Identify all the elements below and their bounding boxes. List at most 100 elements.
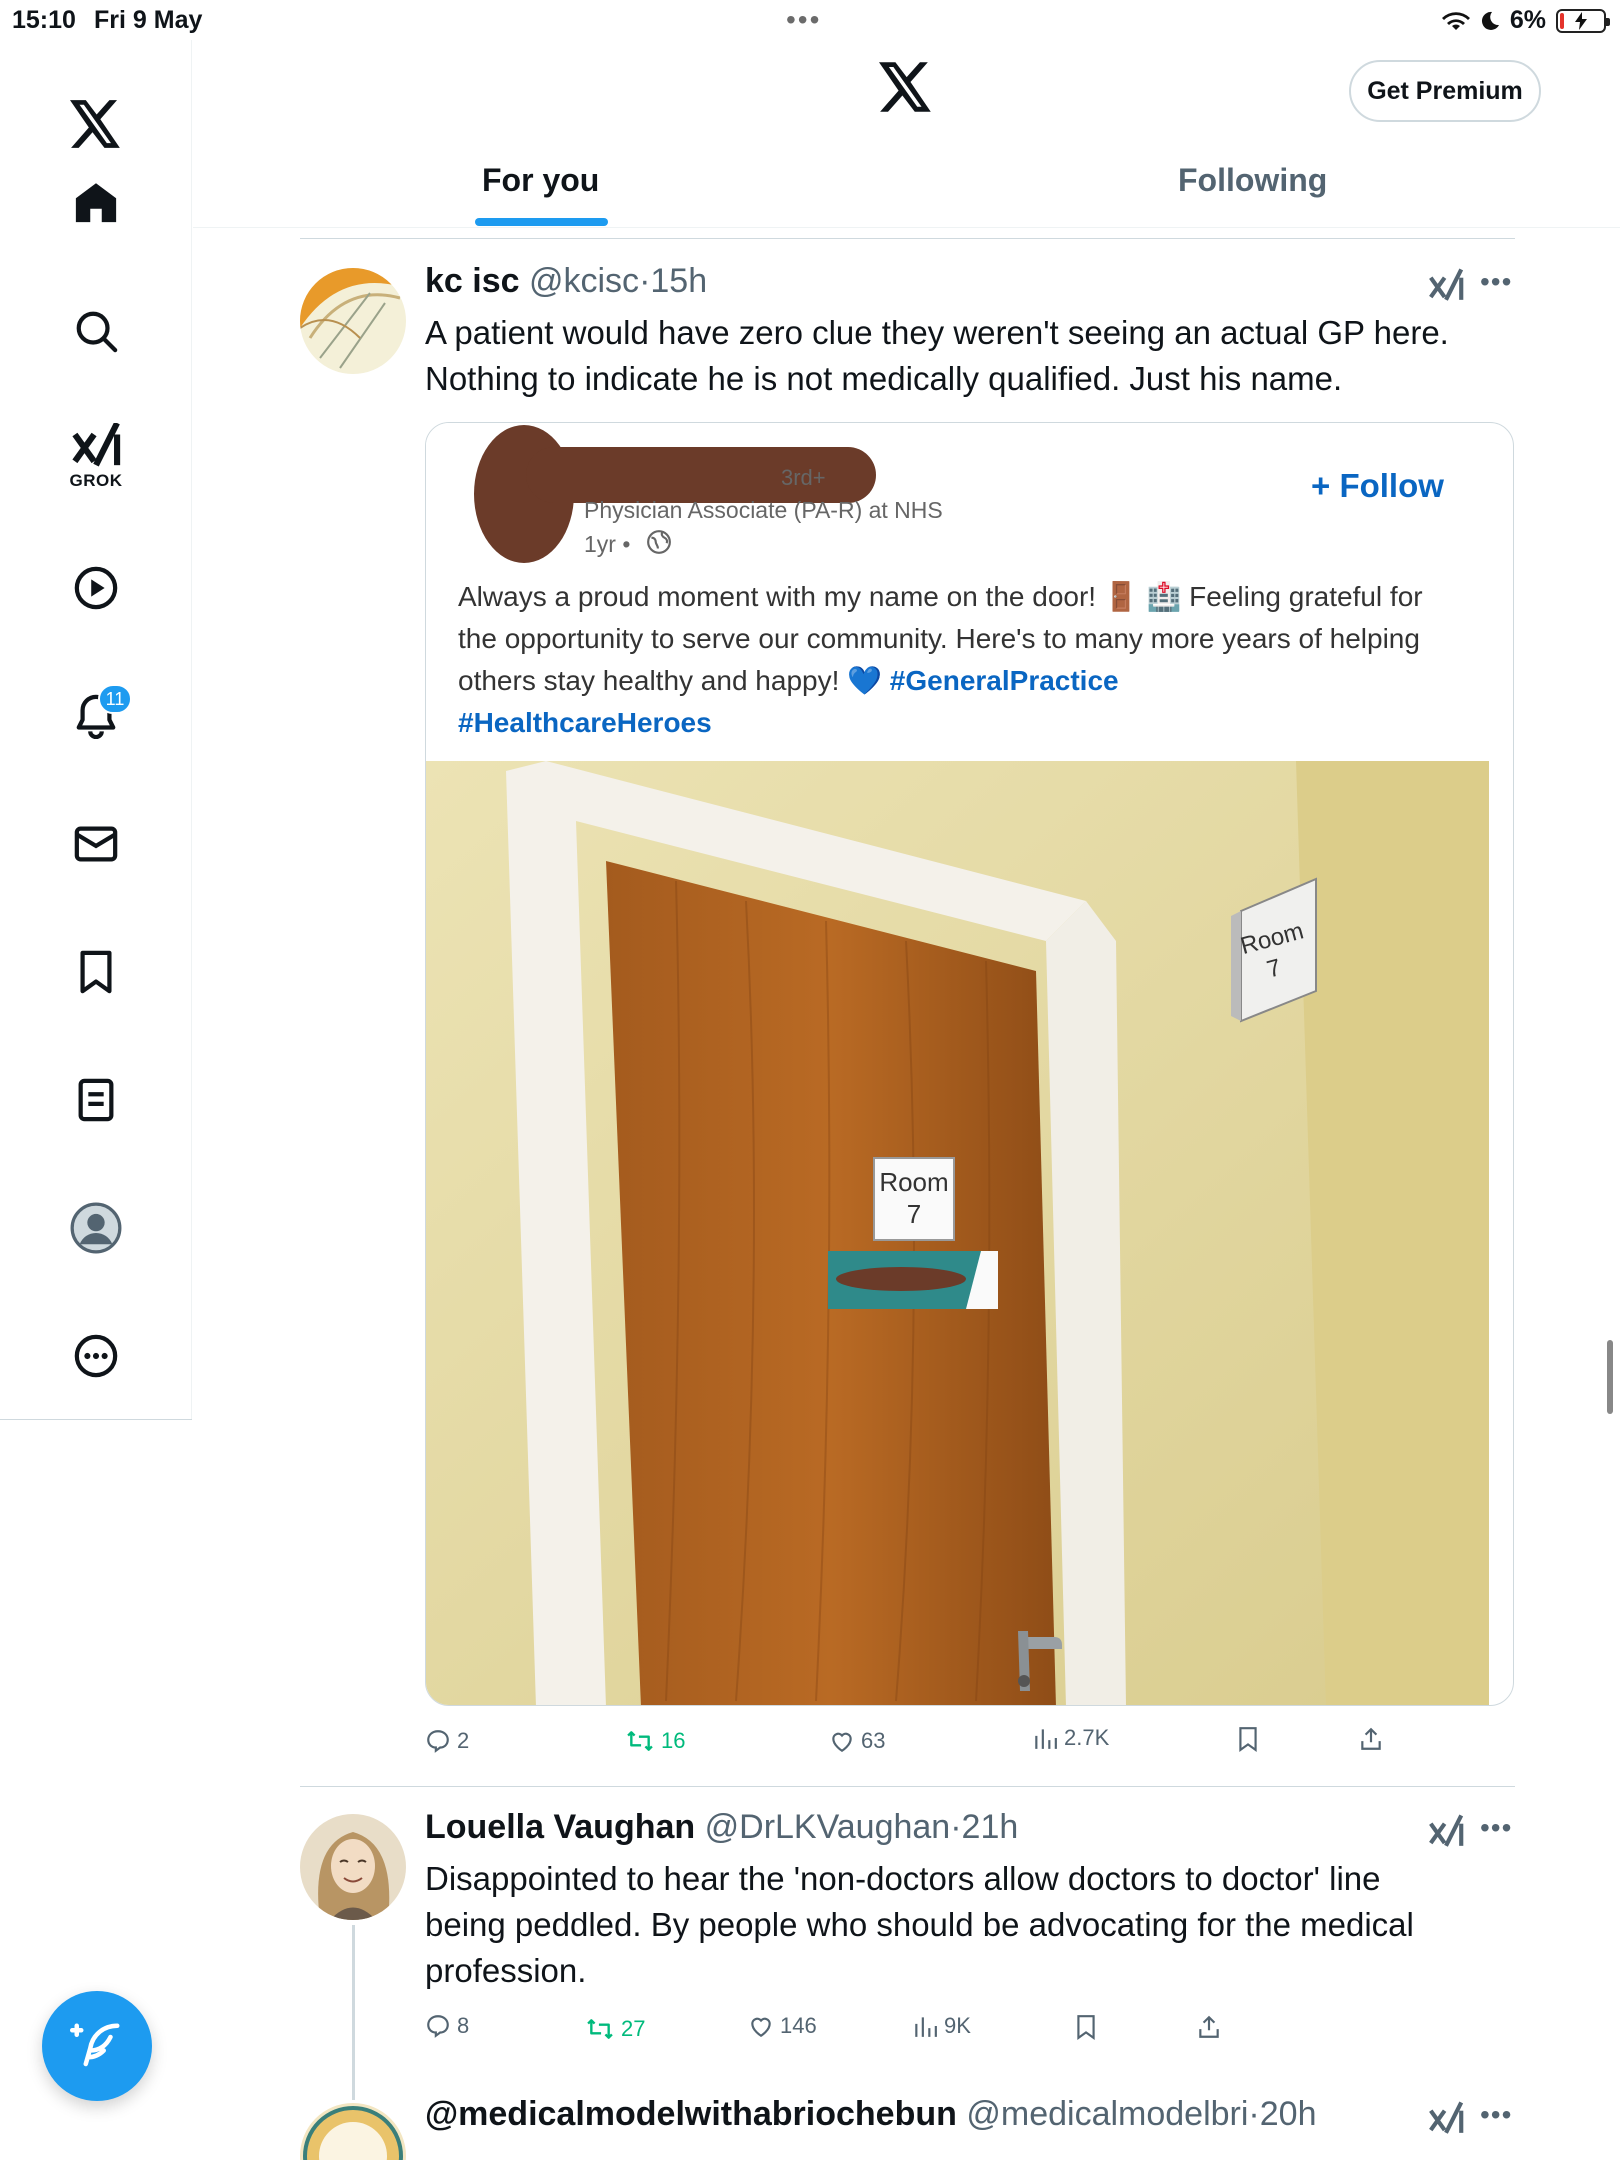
reply-button[interactable]: 2 [425, 1728, 469, 1754]
reply-count: 8 [457, 2013, 470, 2038]
tweet-author-handle[interactable]: @DrLKVaughan [705, 1808, 951, 1846]
compose-feather-icon [70, 2023, 120, 2067]
search-icon[interactable] [62, 297, 130, 365]
bookmarks-icon[interactable] [62, 938, 130, 1006]
bookmark-icon [1239, 1727, 1257, 1752]
like-button[interactable]: 63 [829, 1728, 885, 1754]
profile-headline: Physician Associate (PA-R) at NHS [584, 497, 943, 523]
tweet-text-line: profession. [425, 1952, 587, 1989]
tweet-divider [300, 1786, 1515, 1787]
profile-avatar-icon[interactable] [62, 1194, 130, 1262]
compose-button[interactable] [42, 1991, 152, 2101]
tweet-text-line: Nothing to indicate he is not medically … [425, 360, 1343, 397]
more-options-icon[interactable]: ••• [1480, 2099, 1512, 2131]
reply-count: 2 [457, 1728, 470, 1753]
tweet-time[interactable]: 15h [650, 262, 707, 300]
tweet-author-name[interactable]: Louella Vaughan [425, 1808, 695, 1846]
post-age: 1yr • [584, 531, 631, 557]
bookmark-button[interactable] [1235, 1725, 1261, 1753]
messages-icon[interactable] [62, 810, 130, 878]
share-button[interactable] [1358, 1725, 1384, 1753]
connection-degree: 3rd+ [781, 465, 826, 490]
lists-icon[interactable] [62, 1066, 130, 1134]
tweet-time[interactable]: 20h [1260, 2095, 1317, 2133]
retweet-count: 16 [661, 1728, 686, 1753]
tweet-text-line: Disappointed to hear the 'non-doctors al… [425, 1860, 1381, 1897]
tweet-author-handle[interactable]: @kcisc [529, 262, 639, 300]
views-button[interactable]: 9K [912, 2013, 971, 2039]
sidebar-divider [0, 1419, 192, 1420]
get-premium-button[interactable]: Get Premium [1349, 60, 1541, 122]
like-button[interactable]: 146 [748, 2013, 817, 2039]
retweet-icon [627, 1731, 653, 1751]
multitask-dots[interactable]: ••• [786, 4, 821, 36]
retweet-count: 27 [621, 2016, 646, 2041]
tweet-media[interactable]: 3rd+ Physician Associate (PA-R) at NHS 1… [425, 422, 1514, 1706]
tweet-author-name[interactable]: @medicalmodelwithabriochebun [425, 2095, 957, 2133]
retweet-icon [587, 2019, 613, 2039]
video-icon[interactable] [62, 554, 130, 622]
scrollbar-thumb[interactable] [1607, 1340, 1613, 1414]
share-icon [1361, 1727, 1381, 1750]
share-button[interactable] [1196, 2013, 1222, 2041]
tab-for-you[interactable]: For you [482, 162, 599, 199]
status-time: 15:10 [12, 6, 76, 34]
tweet-text-line: A patient would have zero clue they were… [425, 314, 1449, 351]
home-icon[interactable] [62, 169, 130, 237]
more-icon[interactable] [62, 1322, 130, 1390]
heart-icon [832, 1732, 852, 1753]
like-count: 146 [780, 2013, 817, 2038]
linkedin-post-card: 3rd+ Physician Associate (PA-R) at NHS 1… [426, 423, 1489, 761]
tab-following[interactable]: Following [1178, 162, 1327, 199]
view-count: 2.7K [1064, 1725, 1110, 1750]
retweet-button[interactable]: 27 [585, 2016, 645, 2042]
avatar[interactable] [300, 1814, 406, 1920]
notifications-badge: 11 [98, 684, 132, 714]
heart-icon [751, 2017, 771, 2038]
tweet[interactable]: @medicalmodelwithabriochebun @medicalmod… [300, 2095, 1515, 2160]
moon-icon [1481, 11, 1499, 30]
views-button[interactable]: 2.7K [1032, 1725, 1109, 1751]
tweet[interactable]: Louella Vaughan @DrLKVaughan·21h ••• Dis… [300, 1808, 1515, 2038]
grok-label: GROK [69, 471, 123, 490]
bookmark-button[interactable] [1073, 2013, 1099, 2041]
x-logo-icon[interactable] [62, 90, 130, 158]
grok-icon[interactable] [1428, 1814, 1464, 1850]
thread-connector-line [352, 1925, 355, 2100]
tweet-author-handle[interactable]: @medicalmodelbri [966, 2095, 1248, 2133]
grok-icon[interactable] [1428, 2101, 1464, 2137]
more-options-icon[interactable]: ••• [1480, 1812, 1512, 1844]
hashtag: #GeneralPractice [889, 665, 1119, 696]
share-icon [1199, 2015, 1219, 2038]
door-photo: Room 7 Room 7 [426, 761, 1489, 1705]
retweet-button[interactable]: 16 [625, 1728, 685, 1754]
battery-percent: 6% [1509, 6, 1546, 34]
analytics-icon [1035, 1729, 1057, 1749]
notifications-icon[interactable]: 11 [62, 682, 132, 750]
like-count: 63 [861, 1728, 886, 1753]
analytics-icon [915, 2017, 937, 2037]
tweet-text-line: being peddled. By people who should be a… [425, 1906, 1414, 1943]
avatar[interactable] [300, 268, 406, 374]
wifi-icon [1441, 11, 1470, 30]
status-indicators: 6% [1441, 6, 1610, 35]
svg-text:7: 7 [907, 1199, 921, 1229]
tweet-text: A patient would have zero clue they were… [425, 310, 1485, 402]
status-bar: 15:10 Fri 9 May ••• 6% [0, 0, 1620, 40]
tweet-time[interactable]: 21h [962, 1808, 1019, 1846]
grok-icon[interactable]: GROK [62, 423, 130, 491]
reply-icon [427, 1730, 449, 1753]
x-logo-center-icon[interactable] [879, 62, 933, 112]
tweet-author-name[interactable]: kc isc [425, 262, 520, 300]
feed-divider [300, 238, 1515, 239]
separator-dot: · [639, 262, 651, 300]
avatar[interactable] [300, 2103, 406, 2160]
svg-text:Room: Room [879, 1167, 948, 1197]
grok-icon[interactable] [1428, 268, 1464, 304]
battery-icon [1556, 8, 1610, 33]
hashtag: #HealthcareHeroes [458, 707, 712, 738]
reply-icon [427, 2015, 449, 2038]
bookmark-icon [1077, 2015, 1095, 2040]
reply-button[interactable]: 8 [425, 2013, 469, 2039]
more-options-icon[interactable]: ••• [1480, 266, 1512, 298]
